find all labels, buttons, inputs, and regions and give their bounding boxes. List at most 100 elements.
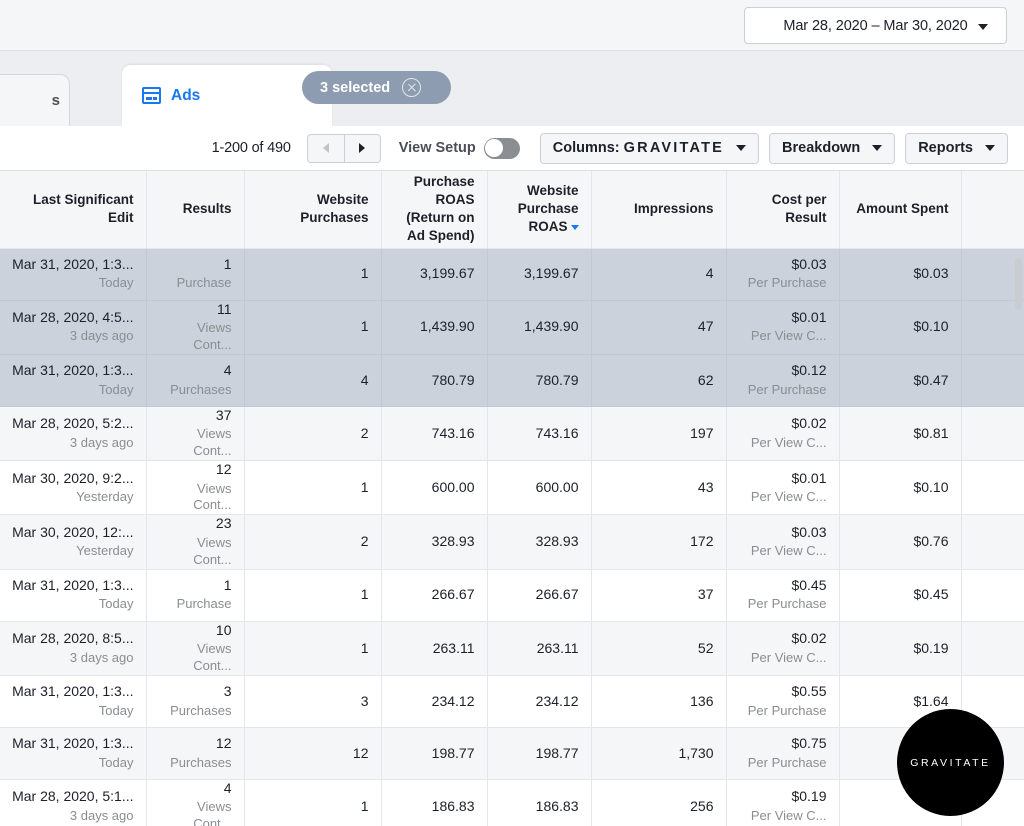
cell-last-significant-edit-sublabel: Yesterday [76,489,134,504]
column-header-last-significant-edit[interactable]: Last Significant Edit [0,171,147,249]
next-page-button[interactable] [343,133,381,163]
cell-results-sublabel: Views Cont... [193,320,232,352]
cell-results: 4 Views Cont... [146,779,245,826]
cell-amount-spent: $0.76 [839,514,962,570]
cell-last-significant-edit-value: Mar 30, 2020, 12:... [12,523,134,540]
cell-last-significant-edit-value: Mar 31, 2020, 1:3... [12,576,134,593]
cell-cost-per-result-value: $0.12 [791,362,827,379]
reports-button[interactable]: Reports [905,132,1008,164]
cell-website-purchases: 2 [244,406,382,462]
cell-results-value: 1 [223,576,232,593]
column-header-impressions[interactable]: Impressions [591,171,727,249]
table-row[interactable]: Mar 31, 2020, 1:3... Today 3 Purchases 3 234.… [0,675,1024,728]
cell-last-significant-edit-value: Mar 28, 2020, 5:2... [12,415,134,432]
tab-inactive-partial[interactable]: s [0,74,70,126]
table-row[interactable]: Mar 28, 2020, 5:1... 3 days ago 4 Views Con… [0,779,1024,826]
cell-spacer [961,727,1024,780]
cell-website-purchases: 4 [244,354,382,407]
vertical-scrollbar-thumb[interactable] [1015,258,1022,310]
cell-website-purchases-value: 1 [360,797,369,814]
cell-website-purchase-roas-value: 780.79 [535,371,579,388]
cell-purchase-roas-value: 780.79 [431,371,475,388]
cell-purchase-roas: 198.77 [381,727,488,780]
cell-impressions-value: 197 [690,424,714,441]
cell-cost-per-result-value: $0.01 [791,469,827,486]
cell-last-significant-edit-sublabel: Today [98,275,134,291]
cell-results: 10 Views Cont... [146,621,245,676]
cell-amount-spent-value: $0.10 [913,478,949,495]
cell-purchase-roas: 263.11 [381,621,488,676]
cell-cost-per-result: $0.01 Per View C... [726,460,840,516]
column-header-amount-spent[interactable]: Amount Spent [839,171,962,249]
table-row[interactable]: Mar 30, 2020, 9:2... Yesterday 12 Views Con… [0,460,1024,516]
cell-website-purchases-value: 1 [360,639,369,656]
cell-cost-per-result: $0.12 Per Purchase [726,354,840,407]
chevron-down-icon [978,24,988,30]
table-row[interactable]: Mar 31, 2020, 1:3... Today 1 Purchase 1 266.6… [0,569,1024,622]
close-circle-icon[interactable] [402,78,422,97]
cell-impressions: 4 [591,248,727,301]
cell-website-purchase-roas-value: 186.83 [535,797,579,814]
cell-results-value: 12 [215,461,232,478]
cell-cost-per-result: $0.01 Per View C... [726,300,840,355]
table-row[interactable]: Mar 28, 2020, 8:5... 3 days ago 10 Views Co… [0,621,1024,676]
breakdown-button-label: Breakdown [782,140,861,156]
table-row[interactable]: Mar 28, 2020, 5:2... 3 days ago 37 Views Co… [0,406,1024,462]
cell-impressions-value: 43 [697,478,714,495]
tab-strip: s Ads 3 selected [0,51,1024,126]
cell-cost-per-result-sublabel: Per View C... [750,489,827,504]
cell-results-value: 12 [215,735,232,752]
cell-last-significant-edit: Mar 31, 2020, 1:3... Today [0,248,147,301]
cell-website-purchases: 1 [244,621,382,676]
view-setup-toggle-group[interactable]: View Setup [399,137,520,159]
cell-amount-spent: $0.10 [839,300,962,355]
column-header-purchase-roas[interactable]: Purchase ROAS (Return on Ad Spend) [381,171,488,249]
cell-website-purchases-value: 1 [360,478,369,495]
ads-table-container: Last Significant Edit Results Website Pu… [0,170,1024,826]
cell-results: 23 Views Cont... [146,514,245,570]
cell-website-purchase-roas-value: 328.93 [535,533,579,550]
tab-ads-label: Ads [171,86,201,104]
cell-spacer [961,779,1024,826]
cell-impressions-value: 52 [697,639,714,656]
cell-amount-spent-value: $0.76 [913,533,949,550]
cell-amount-spent: $0.81 [839,406,962,462]
cell-last-significant-edit: Mar 30, 2020, 9:2... Yesterday [0,460,147,516]
cell-purchase-roas-value: 186.83 [431,797,475,814]
selection-pill[interactable]: 3 selected [302,71,451,104]
cell-results-sublabel: Purchases [170,754,232,770]
table-row[interactable]: Mar 31, 2020, 1:3... Today 12 Purchases 12 19… [0,727,1024,780]
cell-impressions-value: 62 [697,371,714,388]
view-setup-toggle[interactable] [483,137,520,159]
cell-last-significant-edit-value: Mar 31, 2020, 1:3... [12,735,134,752]
table-row[interactable]: Mar 31, 2020, 1:3... Today 1 Purchase 1 3,199… [0,248,1024,301]
cell-cost-per-result-sublabel: Per View C... [750,649,827,665]
column-header-website-purchase-roas[interactable]: Website Purchase ROAS [487,171,592,249]
tab-ads[interactable]: Ads [122,65,332,126]
triangle-left-icon [322,143,329,153]
column-header-results[interactable]: Results [146,171,245,249]
cell-last-significant-edit-value: Mar 31, 2020, 1:3... [12,683,134,700]
cell-impressions: 256 [591,779,727,826]
previous-page-button[interactable] [306,133,344,163]
cell-spacer [961,406,1024,462]
cell-website-purchase-roas-value: 600.00 [535,478,579,495]
cell-purchase-roas: 1,439.90 [381,300,488,355]
cell-website-purchases-value: 4 [360,371,369,388]
cell-cost-per-result-sublabel: Per Purchase [747,754,827,770]
cell-amount-spent: $0.03 [839,248,962,301]
table-row[interactable]: Mar 28, 2020, 4:5... 3 days ago 11 Views Co… [0,300,1024,355]
cell-website-purchase-roas-value: 3,199.67 [524,265,579,282]
cell-results-value: 10 [215,621,232,638]
cell-impressions-value: 37 [697,586,714,603]
cell-cost-per-result-sublabel: Per Purchase [747,702,827,718]
columns-button[interactable]: Columns: GRAVITATE [539,132,760,164]
table-row[interactable]: Mar 31, 2020, 1:3... Today 4 Purchases 4 780.… [0,354,1024,407]
date-range-picker[interactable]: Mar 28, 2020 – Mar 30, 2020 [744,7,1007,44]
column-header-website-purchases[interactable]: Website Purchases [244,171,382,249]
column-header-cost-per-result[interactable]: Cost per Result [726,171,840,249]
breakdown-button[interactable]: Breakdown [769,132,896,164]
table-row[interactable]: Mar 30, 2020, 12:... Yesterday 23 Views Con… [0,514,1024,570]
cell-amount-spent [839,779,962,826]
reports-button-label: Reports [918,140,973,156]
